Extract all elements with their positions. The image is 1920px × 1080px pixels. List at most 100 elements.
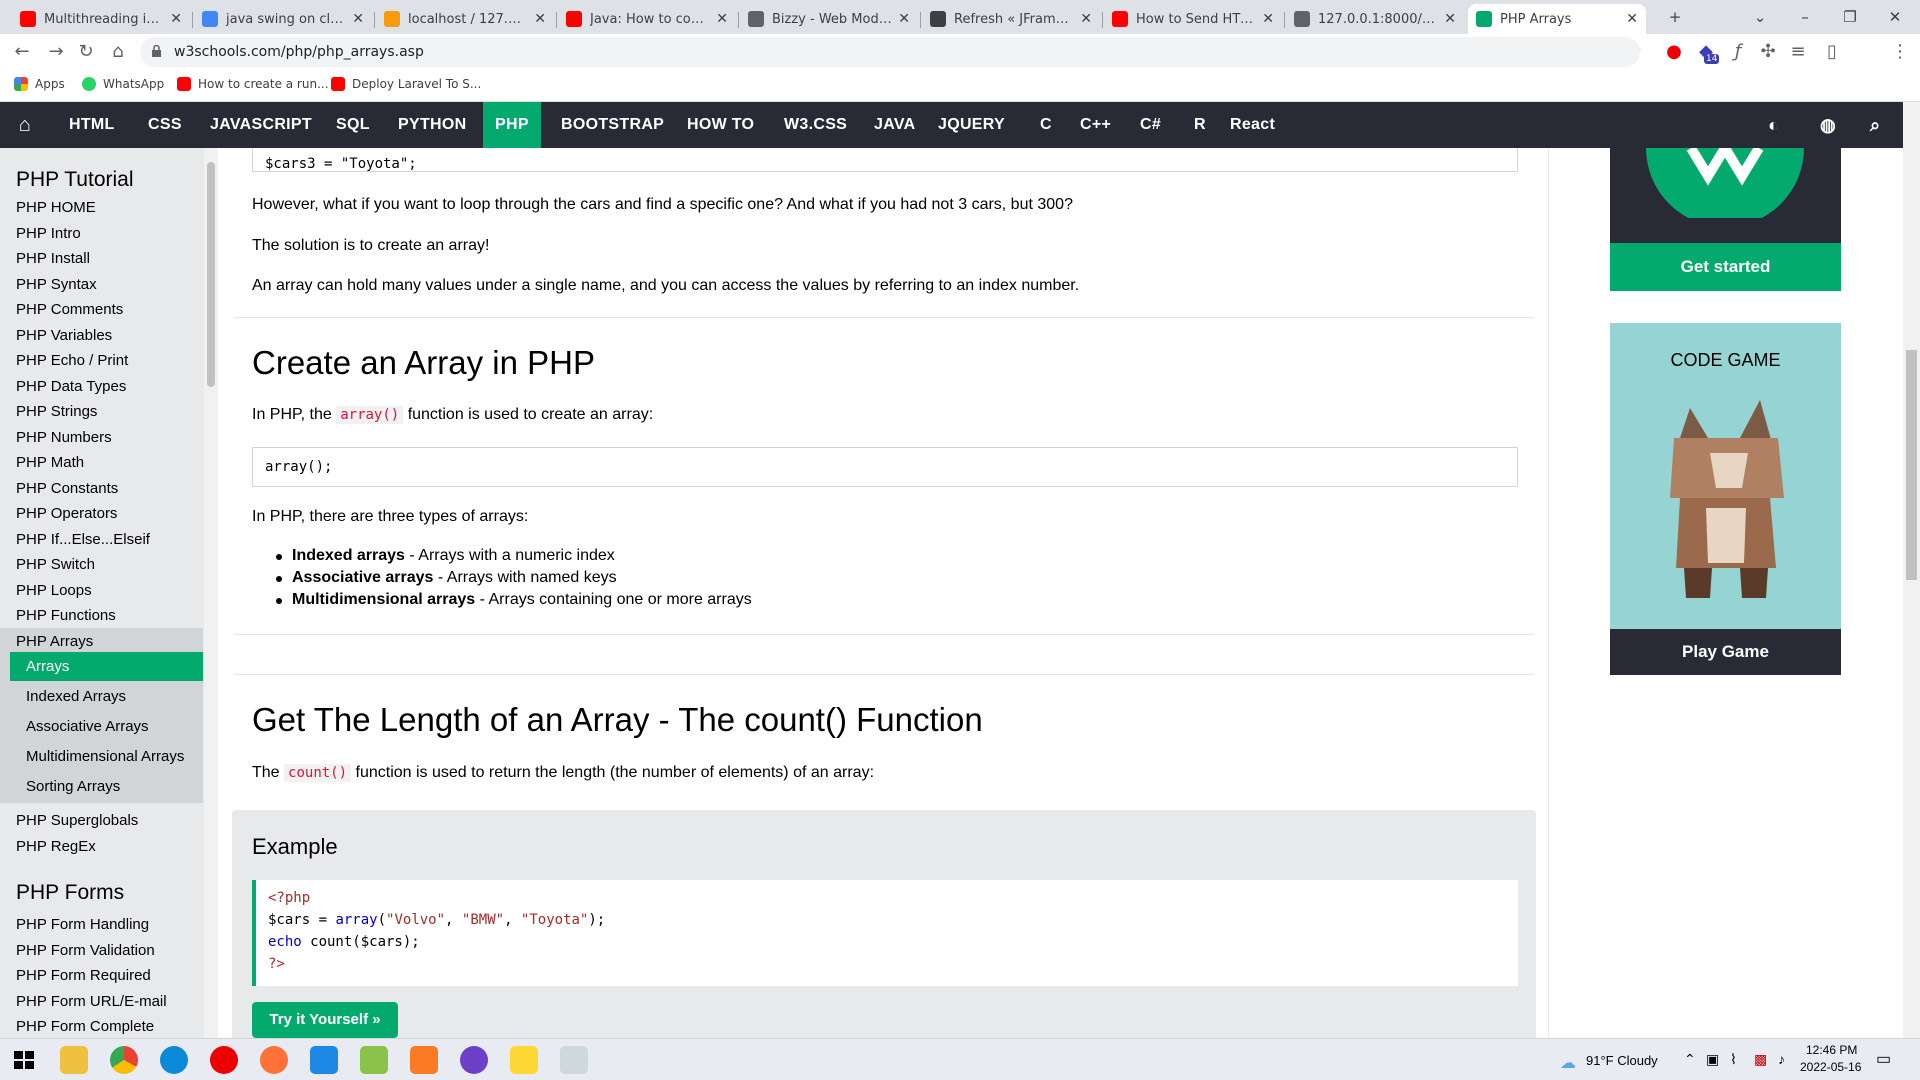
sidebar-form-item[interactable]: PHP Form Required: [16, 967, 151, 984]
tab-close-icon[interactable]: ✕: [1444, 11, 1456, 27]
file-explorer-icon[interactable]: [60, 1046, 88, 1074]
home-icon[interactable]: ⌂: [4, 102, 46, 148]
sidebar-subitem[interactable]: Indexed Arrays: [26, 688, 126, 705]
reload-icon[interactable]: ↻: [74, 40, 98, 64]
tray-app-icon[interactable]: ▣: [1706, 1051, 1719, 1068]
tab-close-icon[interactable]: ✕: [352, 11, 364, 27]
sidebar-scrollbar-thumb[interactable]: [207, 162, 215, 387]
get-started-button[interactable]: Get started: [1610, 243, 1841, 291]
maximize-icon[interactable]: ❐: [1835, 4, 1865, 30]
browser-menu-icon[interactable]: ⋮: [1888, 40, 1912, 64]
bookmark-youtube-1[interactable]: How to create a run...: [177, 77, 329, 91]
sidebar-item[interactable]: PHP Data Types: [16, 378, 126, 395]
side-panel-icon[interactable]: ▯: [1820, 40, 1844, 64]
sidebar-item[interactable]: PHP Comments: [16, 301, 123, 318]
sidebar-item[interactable]: PHP Numbers: [16, 429, 112, 446]
edge-icon[interactable]: [160, 1046, 188, 1074]
sidebar-form-item[interactable]: PHP Form Handling: [16, 916, 149, 933]
sidebar-item[interactable]: PHP Constants: [16, 480, 118, 497]
java-icon[interactable]: [560, 1046, 588, 1074]
github-desktop-icon[interactable]: [460, 1046, 488, 1074]
back-icon[interactable]: ←: [10, 40, 34, 64]
minimize-icon[interactable]: –: [1790, 4, 1820, 30]
nav-item-bootstrap[interactable]: BOOTSTRAP: [549, 102, 676, 148]
sidebar-item[interactable]: PHP Echo / Print: [16, 352, 128, 369]
tab-close-icon[interactable]: ✕: [534, 11, 546, 27]
try-it-yourself-button[interactable]: Try it Yourself »: [252, 1002, 398, 1038]
tray-chevron-icon[interactable]: ⌃: [1684, 1051, 1696, 1068]
nav-item-javascript[interactable]: JAVASCRIPT: [198, 102, 324, 148]
browser-tab[interactable]: 127.0.0.1:8000/dextop ✕: [1286, 4, 1464, 34]
sidebar-item[interactable]: PHP Operators: [16, 505, 117, 522]
nav-item-jquery[interactable]: JQUERY: [926, 102, 1017, 148]
sidebar-item[interactable]: PHP Variables: [16, 327, 112, 344]
opera-icon[interactable]: [210, 1046, 238, 1074]
globe-icon[interactable]: ◍: [1808, 102, 1848, 148]
sidebar-item[interactable]: PHP Arrays: [16, 633, 93, 650]
chrome-icon[interactable]: [110, 1046, 138, 1074]
address-bar[interactable]: w3schools.com/php/php_arrays.asp: [140, 37, 1640, 67]
xampp-icon[interactable]: [410, 1046, 438, 1074]
sidebar-item[interactable]: PHP Intro: [16, 225, 81, 242]
nav-item-python[interactable]: PYTHON: [386, 102, 478, 148]
bookmark-whatsapp[interactable]: WhatsApp: [82, 77, 164, 91]
theme-toggle-icon[interactable]: ◐: [1756, 102, 1791, 148]
browser-tab[interactable]: Java: How to connect ✕: [558, 4, 736, 34]
nav-item-html[interactable]: HTML: [57, 102, 127, 148]
sidebar-item[interactable]: PHP If...Else...Elseif: [16, 531, 150, 548]
sidebar-item[interactable]: PHP Install: [16, 250, 90, 267]
tab-close-icon[interactable]: ✕: [1262, 11, 1274, 27]
clock-date[interactable]: 2022-05-16: [1800, 1060, 1861, 1074]
formula-extension-icon[interactable]: ƒ: [1726, 40, 1750, 64]
notification-icon[interactable]: ▭: [1876, 1049, 1891, 1069]
sidebar-item[interactable]: PHP Loops: [16, 582, 92, 599]
sidebar-subitem[interactable]: Multidimensional Arrays: [26, 748, 184, 765]
puzzle-extensions-icon[interactable]: ✣: [1756, 40, 1780, 64]
weather-text[interactable]: 91°F Cloudy: [1586, 1053, 1658, 1068]
node-icon[interactable]: [360, 1046, 388, 1074]
browser-tab[interactable]: Multithreading in Java ✕: [12, 4, 190, 34]
sidebar-item[interactable]: PHP Strings: [16, 403, 97, 420]
network-icon[interactable]: ⌇: [1730, 1051, 1737, 1068]
nav-item-r[interactable]: R: [1182, 102, 1218, 148]
vscode-icon[interactable]: [310, 1046, 338, 1074]
new-tab-button[interactable]: +: [1660, 4, 1690, 30]
antivirus-icon[interactable]: ▩: [1754, 1051, 1767, 1068]
sidebar-item[interactable]: PHP HOME: [16, 199, 96, 216]
clock-time[interactable]: 12:46 PM: [1806, 1043, 1857, 1057]
sidebar-item[interactable]: PHP Switch: [16, 556, 95, 573]
nav-item-c--[interactable]: C++: [1068, 102, 1123, 148]
tab-close-icon[interactable]: ✕: [898, 11, 910, 27]
tab-close-icon[interactable]: ✕: [1626, 11, 1638, 27]
browser-tab[interactable]: localhost / 127.0.0.1 / ✕: [376, 4, 554, 34]
nav-item-java[interactable]: JAVA: [862, 102, 928, 148]
volume-icon[interactable]: ♪: [1778, 1051, 1785, 1067]
nav-item-w3-css[interactable]: W3.CSS: [772, 102, 859, 148]
sidebar-form-item[interactable]: PHP Form URL/E-mail: [16, 993, 167, 1010]
browser-tab[interactable]: Bizzy - Web Module - ✕: [740, 4, 918, 34]
tab-close-icon[interactable]: ✕: [716, 11, 728, 27]
sidebar-item[interactable]: PHP RegEx: [16, 838, 96, 855]
nav-item-c[interactable]: C: [1028, 102, 1064, 148]
firefox-icon[interactable]: [260, 1046, 288, 1074]
nav-item-php[interactable]: PHP: [483, 102, 541, 148]
tab-search-icon[interactable]: ⌄: [1745, 4, 1775, 30]
nav-item-how-to[interactable]: HOW TO: [675, 102, 766, 148]
nav-item-react[interactable]: React: [1218, 102, 1287, 148]
tab-close-icon[interactable]: ✕: [170, 11, 182, 27]
nav-item-css[interactable]: CSS: [136, 102, 194, 148]
bookmark-apps[interactable]: Apps: [14, 77, 65, 91]
nav-item-c-[interactable]: C#: [1128, 102, 1173, 148]
sidebar-item[interactable]: PHP Math: [16, 454, 84, 471]
browser-tab[interactable]: java swing on close to ✕: [194, 4, 372, 34]
sidebar-form-item[interactable]: PHP Form Validation: [16, 942, 155, 959]
forward-icon[interactable]: →: [44, 40, 68, 64]
windows-start-icon[interactable]: [10, 1046, 38, 1074]
close-window-icon[interactable]: ✕: [1880, 4, 1910, 30]
sidebar-subitem[interactable]: Associative Arrays: [26, 718, 149, 735]
browser-tab[interactable]: How to Send HTTP Re ✕: [1104, 4, 1282, 34]
browser-tab[interactable]: Refresh « JFrame « Jav ✕: [922, 4, 1100, 34]
tab-close-icon[interactable]: ✕: [1080, 11, 1092, 27]
sidebar-subitem[interactable]: Sorting Arrays: [26, 778, 120, 795]
sidebar-item[interactable]: PHP Superglobals: [16, 812, 138, 829]
